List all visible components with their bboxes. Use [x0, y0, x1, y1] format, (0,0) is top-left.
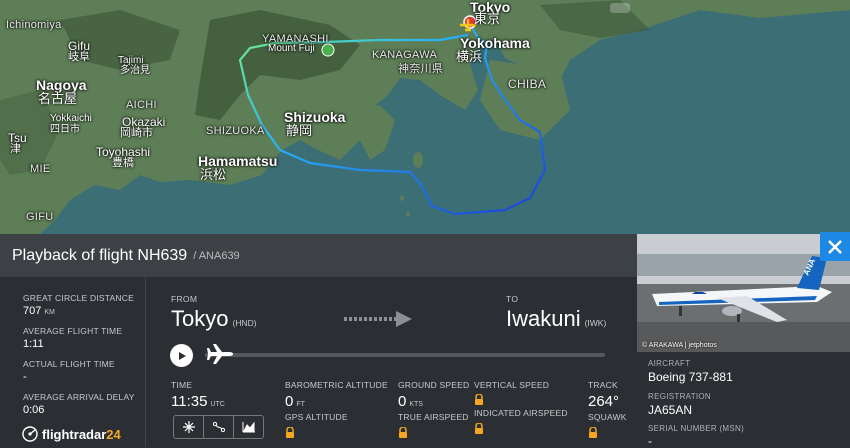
baro-altitude-label: BAROMETRIC ALTITUDE: [285, 380, 388, 390]
map-label-okazaki-jp: 岡崎市: [120, 127, 153, 139]
map-label-nagoya: Nagoya: [36, 77, 87, 93]
true-airspeed-label: TRUE AIRSPEED: [398, 412, 469, 422]
close-icon: [828, 239, 842, 254]
serial-number-label: SERIAL NUMBER (MSN): [648, 424, 745, 433]
map-label-kanagawa: KANAGAWA: [372, 49, 438, 61]
map-label-ichinomiya: Ichinomiya: [6, 19, 62, 31]
radar-icon: [22, 426, 38, 442]
crosshair-icon: [182, 421, 195, 433]
lock-icon[interactable]: [285, 427, 295, 439]
registration-label: REGISTRATION: [648, 392, 712, 401]
route-arrow-icon: [344, 311, 412, 327]
ground-speed-value: 0 KTS: [398, 393, 423, 410]
lock-icon[interactable]: [474, 394, 484, 406]
play-button[interactable]: [170, 344, 193, 367]
lock-icon[interactable]: [588, 427, 598, 439]
mount-fuji-marker: [321, 43, 335, 57]
map-label-yokkaichi-jp: 四日市: [50, 124, 80, 135]
ground-speed-label: GROUND SPEED: [398, 380, 470, 390]
map-label-aichi: AICHI: [126, 99, 157, 111]
map-label-mount-fuji: Mount Fuji: [268, 43, 315, 54]
map-label-hamamatsu: Hamamatsu: [198, 153, 278, 169]
map-label-gifu-pref: GIFU: [26, 211, 54, 223]
map-label-shizuoka-jp: 静岡: [286, 123, 313, 138]
indicated-airspeed-label: INDICATED AIRSPEED: [474, 408, 568, 418]
map-label-tajimi-jp: 多治見: [120, 65, 150, 76]
squawk-label: SQUAWK: [588, 412, 627, 422]
lock-icon[interactable]: [398, 427, 408, 439]
baro-altitude-value: 0 FT: [285, 393, 305, 410]
stat-label-avg-time: AVERAGE FLIGHT TIME: [23, 326, 123, 336]
stat-value-avg-time: 1:11: [23, 338, 44, 350]
map-label-chiba: CHIBA: [508, 77, 547, 91]
close-button[interactable]: [820, 232, 850, 261]
time-label: TIME: [171, 380, 193, 390]
to-airport[interactable]: Iwakuni (IWK): [506, 306, 606, 332]
lock-icon[interactable]: [474, 423, 484, 435]
serial-number-value: -: [648, 434, 652, 448]
flightradar24-logo[interactable]: flightradar24: [22, 426, 121, 442]
to-label: TO: [506, 294, 519, 304]
radar-view-button[interactable]: [174, 416, 204, 438]
stat-label-actual-time: ACTUAL FLIGHT TIME: [23, 359, 115, 369]
map-label-hamamatsu-jp: 浜松: [200, 167, 227, 182]
aircraft-photo-image: ANA: [637, 234, 850, 352]
brand-num: 24: [106, 426, 121, 442]
view-mode-buttons: [173, 415, 264, 439]
map-label-yokohama: Yokohama: [460, 35, 530, 51]
stat-label-avg-delay: AVERAGE ARRIVAL DELAY: [23, 392, 135, 402]
flight-stats: GREAT CIRCLE DISTANCE 707 KM AVERAGE FLIG…: [0, 277, 146, 447]
map-label-tsu-jp: 津: [10, 143, 21, 155]
brand-name: flightradar: [42, 426, 107, 442]
stat-value-distance: 707 KM: [23, 305, 55, 317]
aircraft-photo[interactable]: ANA © ARAKAWA | jetphotos: [637, 234, 850, 352]
stat-value-avg-delay: 0:06: [23, 404, 45, 416]
map-label-gifu-jp: 岐阜: [68, 51, 90, 63]
map-label-kanagawa-jp: 神奈川県: [398, 63, 444, 75]
map-label-tokyo-jp: 東京: [474, 11, 501, 26]
panel-subtitle: / ANA639: [193, 249, 240, 262]
map-view[interactable]: Tokyo 東京 Yokohama 横浜 KANAGAWA 神奈川県 YAMAN…: [0, 0, 850, 234]
route-view-button[interactable]: [204, 416, 234, 438]
track-label: TRACK: [588, 380, 618, 390]
from-label: FROM: [171, 294, 198, 304]
stat-label-distance: GREAT CIRCLE DISTANCE: [23, 293, 134, 303]
graph-view-button[interactable]: [234, 416, 263, 438]
oshima-island: [413, 152, 423, 168]
aircraft-info-panel: ANA © ARAKAWA | jetphotos AIRCRAFT Boein…: [637, 234, 850, 448]
photo-credit[interactable]: © ARAKAWA | jetphotos: [642, 342, 717, 349]
graph-icon: [242, 421, 255, 433]
vertical-speed-label: VERTICAL SPEED: [474, 380, 550, 390]
route-icon: [212, 421, 225, 433]
map-control-toggle[interactable]: [610, 3, 630, 13]
map-label-nagoya-jp: 名古屋: [38, 91, 78, 106]
play-icon: [178, 351, 186, 360]
track-value: 264°: [588, 393, 620, 410]
time-value: 11:35 UTC: [171, 393, 225, 410]
map-label-yokohama-jp: 横浜: [456, 49, 483, 64]
playback-handle-plane-icon[interactable]: [206, 342, 234, 366]
gps-altitude-label: GPS ALTITUDE: [285, 412, 348, 422]
map-label-shizuoka-pref: SHIZUOKA: [206, 125, 265, 137]
flight-playback-panel: Playback of flight NH639 / ANA639 GREAT …: [0, 234, 637, 447]
map-label-mie: MIE: [30, 163, 51, 175]
aircraft-value: Boeing 737-881: [648, 370, 733, 384]
map-label-toyohashi-jp: 豊橋: [112, 157, 134, 169]
stat-value-actual-time: -: [23, 371, 27, 383]
panel-header: Playback of flight NH639 / ANA639: [0, 234, 637, 277]
panel-title: Playback of flight NH639: [12, 246, 188, 264]
registration-value: JA65AN: [648, 403, 693, 417]
map-label-yokkaichi: Yokkaichi: [50, 113, 92, 124]
playback-timeline[interactable]: [205, 353, 605, 357]
aircraft-label: AIRCRAFT: [648, 359, 691, 368]
map-label-shizuoka: Shizuoka: [284, 109, 346, 125]
from-airport[interactable]: Tokyo (HND): [171, 306, 257, 332]
